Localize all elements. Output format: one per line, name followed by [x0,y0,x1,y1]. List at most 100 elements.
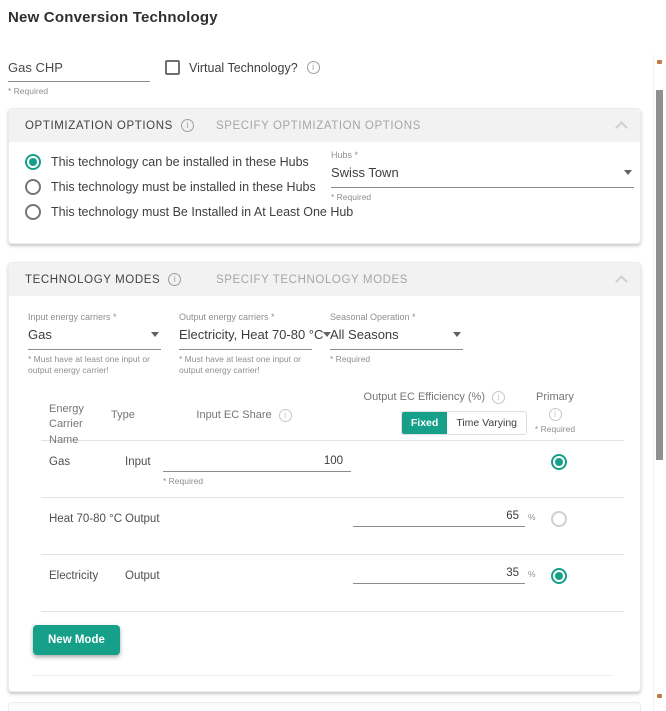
technology-name-input[interactable] [8,58,150,82]
optimization-options-card: OPTIMIZATION OPTIONS SPECIFY OPTIMIZATIO… [8,108,641,244]
input-ec-share-input[interactable] [163,453,351,472]
input-ec-share-field: * Required [163,441,353,486]
section-subtitle: SPECIFY OPTIMIZATION OPTIONS [216,120,421,132]
technology-modes-body: Input energy carriers * Gas * Must have … [9,296,640,676]
technology-modes-card: TECHNOLOGY MODES SPECIFY TECHNOLOGY MODE… [8,262,641,692]
carriers-helper-note: * Must have at least one input or output… [28,354,161,377]
dropdown-arrow-icon [624,170,632,175]
required-note: * Required [330,354,463,365]
primary-cell [543,441,603,470]
divider [33,675,612,676]
technology-name-row: * Required Virtual Technology? [8,58,648,96]
percent-suffix: % [528,569,536,579]
technology-name-field: * Required [8,58,150,96]
scrollbar-marker [657,60,662,64]
collapse-icon[interactable] [615,121,628,134]
section-title: TECHNOLOGY MODES [25,274,160,286]
carriers-helper-note: * Must have at least one input or output… [179,354,312,377]
primary-cell [543,498,603,527]
new-mode-button[interactable]: New Mode [33,625,120,655]
virtual-technology-checkbox[interactable] [165,60,180,75]
seasonal-operation-block: Seasonal Operation * All Seasons * Requi… [330,312,463,377]
column-header-output-ec-efficiency: Output EC Efficiency (%) Fixed Time Vary… [299,394,529,435]
output-carriers-select[interactable]: Electricity, Heat 70-80 °C [179,325,312,350]
radio-option-at-least-one-hub[interactable]: This technology must Be Installed in At … [25,204,624,220]
virtual-technology-group: Virtual Technology? [165,58,320,75]
primary-radio[interactable] [551,568,567,584]
seasonal-operation-select[interactable]: All Seasons [330,325,463,350]
input-carriers-label: Input energy carriers * [28,312,161,322]
input-carriers-value: Gas [28,327,52,342]
carrier-type: Output [125,498,163,525]
primary-radio[interactable] [551,454,567,470]
info-icon[interactable] [279,409,292,422]
efficiency-field: % [353,498,543,527]
carrier-name: Gas [41,441,125,468]
info-icon[interactable] [549,408,562,421]
carrier-name: Heat 70-80 °C [41,498,125,525]
primary-cell [543,555,603,584]
radio-label: This technology must Be Installed in At … [51,205,353,219]
output-carriers-label: Output energy carriers * [179,312,312,322]
virtual-technology-label: Virtual Technology? [189,61,298,75]
hubs-value: Swiss Town [331,165,399,180]
efficiency-input[interactable] [353,508,525,527]
radio-label: This technology must be installed in the… [51,180,316,194]
hubs-label: Hubs * [331,150,634,160]
optimization-options-body: This technology can be installed in thes… [9,142,640,232]
required-note: * Required [535,424,575,434]
efficiency-input[interactable] [353,565,525,584]
radio-label: This technology can be installed in thes… [51,155,309,169]
input-carriers-block: Input energy carriers * Gas * Must have … [28,312,161,377]
dropdown-arrow-icon [453,332,461,337]
dropdown-arrow-icon [151,332,159,337]
toggle-fixed-button[interactable]: Fixed [402,412,447,434]
info-icon[interactable] [492,391,505,404]
hubs-select-block: Hubs * Swiss Town * Required [331,150,634,202]
page-title: New Conversion Technology [8,9,218,26]
info-icon[interactable] [181,119,194,132]
section-title: OPTIMIZATION OPTIONS [25,120,173,132]
input-carriers-select[interactable]: Gas [28,325,161,350]
carrier-name: Electricity [41,555,125,582]
table-row-heat: Heat 70-80 °C Output % [41,498,624,555]
carrier-type: Input [125,441,163,468]
radio-icon[interactable] [25,179,41,195]
energy-carrier-table: Energy Carrier Name Type Input EC Share … [41,385,624,612]
table-row-electricity: Electricity Output % [41,555,624,612]
column-header-label: Primary [536,390,574,405]
mode-selects-row: Input energy carriers * Gas * Must have … [28,312,624,377]
hubs-select[interactable]: Swiss Town [331,163,634,188]
required-note: * Required [163,476,353,486]
table-header-row: Energy Carrier Name Type Input EC Share … [41,385,624,441]
column-header-type: Type [111,394,149,423]
scrollbar[interactable] [653,55,666,711]
column-header-label: Input EC Share [196,408,271,423]
column-header-label: Output EC Efficiency (%) [364,390,485,405]
table-row-gas: Gas Input * Required [41,441,624,498]
next-section-card-edge [8,702,641,711]
section-subtitle: SPECIFY TECHNOLOGY MODES [216,274,408,286]
column-header-primary: Primary * Required [525,390,585,434]
required-note: * Required [331,192,634,202]
info-icon[interactable] [307,61,320,74]
efficiency-field: % [353,555,543,584]
primary-radio[interactable] [551,511,567,527]
scrollbar-thumb[interactable] [656,90,663,460]
toggle-time-varying-button[interactable]: Time Varying [447,412,526,434]
output-carriers-block: Output energy carriers * Electricity, He… [179,312,312,377]
required-note: * Required [8,86,150,96]
info-icon[interactable] [168,273,181,286]
seasonal-operation-label: Seasonal Operation * [330,312,463,322]
technology-modes-header: TECHNOLOGY MODES SPECIFY TECHNOLOGY MODE… [9,263,640,296]
collapse-icon[interactable] [615,275,628,288]
percent-suffix: % [528,512,536,522]
carrier-type: Output [125,555,163,582]
radio-icon[interactable] [25,154,41,170]
efficiency-mode-toggle: Fixed Time Varying [401,411,527,435]
scrollbar-marker [657,694,662,698]
seasonal-operation-value: All Seasons [330,327,399,342]
radio-icon[interactable] [25,204,41,220]
output-carriers-value: Electricity, Heat 70-80 °C [179,327,323,342]
optimization-options-header: OPTIMIZATION OPTIONS SPECIFY OPTIMIZATIO… [9,109,640,142]
